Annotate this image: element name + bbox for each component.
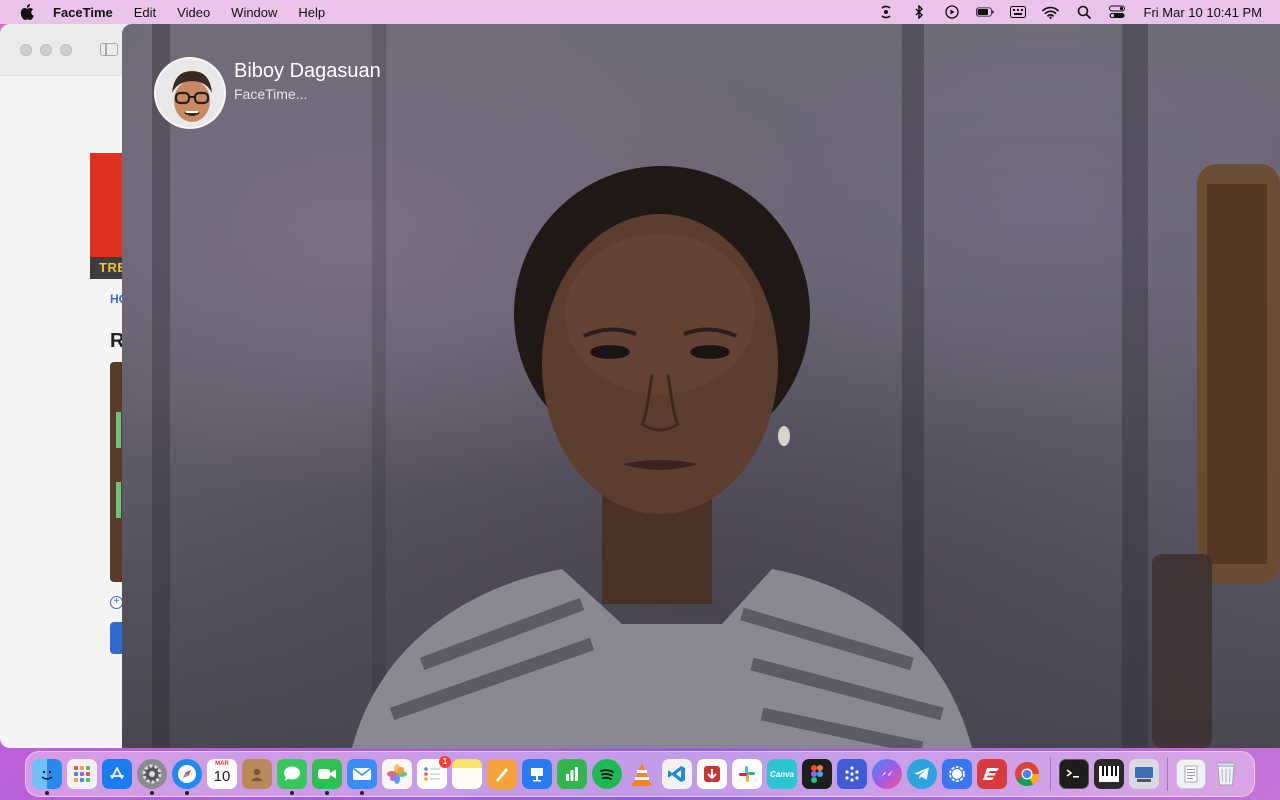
running-indicator bbox=[325, 791, 329, 795]
spotify-icon[interactable] bbox=[592, 759, 622, 789]
launchpad-icon[interactable] bbox=[67, 759, 97, 789]
piano-icon[interactable] bbox=[1094, 759, 1124, 789]
documents-folder-icon[interactable] bbox=[1176, 759, 1206, 789]
molecule-app-icon[interactable] bbox=[837, 759, 867, 789]
menu-bar: FaceTime Edit Video Window Help Fri Mar … bbox=[0, 0, 1280, 24]
dock-separator bbox=[1167, 757, 1168, 791]
caller-info: Biboy Dagasuan FaceTime... bbox=[154, 57, 381, 129]
calendar-icon[interactable]: MAR 10 bbox=[207, 759, 237, 789]
safari-icon[interactable] bbox=[172, 759, 202, 795]
facetime-icon[interactable] bbox=[312, 759, 342, 795]
menu-video[interactable]: Video bbox=[177, 5, 210, 20]
call-status: FaceTime... bbox=[234, 86, 308, 102]
running-indicator bbox=[150, 791, 154, 795]
system-preferences-icon[interactable] bbox=[137, 759, 167, 795]
figma-icon[interactable] bbox=[802, 759, 832, 789]
expressvpn-icon[interactable] bbox=[977, 759, 1007, 789]
menu-edit[interactable]: Edit bbox=[134, 5, 156, 20]
keyboard-input-icon[interactable] bbox=[1009, 4, 1027, 20]
contacts-icon[interactable] bbox=[242, 759, 272, 789]
battery-icon[interactable] bbox=[975, 4, 994, 20]
caller-name: Biboy Dagasuan bbox=[234, 60, 381, 82]
signal-icon[interactable] bbox=[942, 759, 972, 789]
running-indicator bbox=[290, 791, 294, 795]
app-store-icon[interactable] bbox=[102, 759, 132, 789]
running-indicator bbox=[185, 791, 189, 795]
dock-separator bbox=[1050, 757, 1051, 791]
pages-icon[interactable] bbox=[487, 759, 517, 789]
zoom-window-button[interactable] bbox=[60, 43, 72, 56]
vlc-icon[interactable] bbox=[627, 759, 657, 789]
running-indicator bbox=[45, 791, 49, 795]
screen-utility-icon[interactable] bbox=[1129, 759, 1159, 789]
canva-icon[interactable]: Canva bbox=[767, 759, 797, 789]
numbers-icon[interactable] bbox=[557, 759, 587, 789]
menu-bar-clock[interactable]: Fri Mar 10 10:41 PM bbox=[1144, 5, 1263, 20]
messages-icon[interactable] bbox=[277, 759, 307, 795]
dock: MAR 10 1 Canva bbox=[25, 751, 1255, 797]
bluetooth-icon[interactable] bbox=[910, 4, 928, 20]
keynote-icon[interactable] bbox=[522, 759, 552, 789]
spotlight-search-icon[interactable] bbox=[1075, 4, 1093, 20]
photos-icon[interactable] bbox=[382, 759, 412, 789]
downloader-icon[interactable] bbox=[697, 759, 727, 789]
menu-help[interactable]: Help bbox=[298, 5, 325, 20]
menu-app-name[interactable]: FaceTime bbox=[53, 5, 113, 20]
menu-window[interactable]: Window bbox=[231, 5, 277, 20]
terminal-icon[interactable] bbox=[1059, 759, 1089, 789]
wifi-icon[interactable] bbox=[1042, 4, 1060, 20]
control-center-icon[interactable] bbox=[1108, 4, 1126, 20]
chrome-icon[interactable] bbox=[1012, 759, 1042, 789]
trash-icon[interactable] bbox=[1211, 759, 1241, 789]
reminders-icon[interactable]: 1 bbox=[417, 756, 451, 789]
status-area: Fri Mar 10 10:41 PM bbox=[862, 0, 1263, 24]
facetime-video-window[interactable]: Biboy Dagasuan FaceTime... bbox=[122, 24, 1280, 748]
calendar-month: MAR bbox=[215, 761, 229, 767]
telegram-icon[interactable] bbox=[907, 759, 937, 789]
messenger-icon[interactable] bbox=[872, 759, 902, 789]
minimize-window-button[interactable] bbox=[40, 43, 52, 56]
airdrop-icon[interactable] bbox=[877, 4, 895, 20]
reminders-badge: 1 bbox=[439, 756, 451, 768]
finder-icon[interactable] bbox=[32, 759, 62, 795]
remote-video-feed bbox=[352, 164, 1280, 748]
caller-avatar[interactable] bbox=[154, 57, 226, 129]
close-window-button[interactable] bbox=[20, 43, 32, 56]
notes-icon[interactable] bbox=[452, 759, 482, 789]
apple-menu-icon[interactable] bbox=[18, 4, 36, 20]
running-indicator bbox=[360, 791, 364, 795]
calendar-day: 10 bbox=[213, 768, 231, 785]
media-play-icon[interactable] bbox=[943, 4, 961, 20]
browser-titlebar bbox=[0, 24, 140, 76]
visual-studio-code-icon[interactable] bbox=[662, 759, 692, 789]
sidebar-toggle-icon[interactable] bbox=[100, 43, 118, 56]
slack-icon[interactable] bbox=[732, 759, 762, 789]
mail-icon[interactable] bbox=[347, 759, 377, 795]
